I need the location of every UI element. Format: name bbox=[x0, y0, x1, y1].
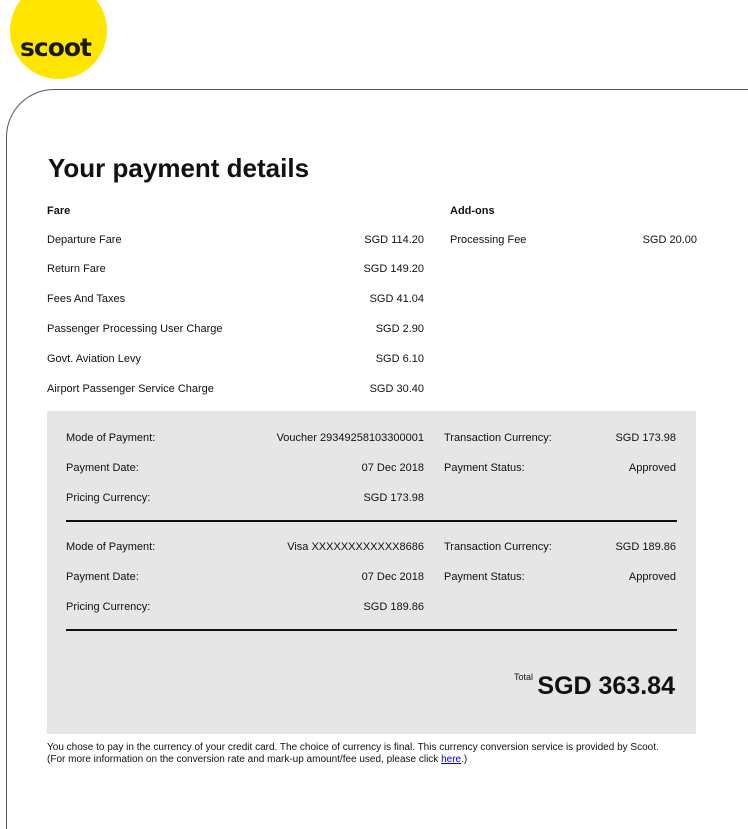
mode-value: Voucher 29349258103300001 bbox=[276, 432, 424, 444]
mode-value: Visa XXXXXXXXXXXX8686 bbox=[287, 541, 424, 553]
date-label: Payment Date: bbox=[66, 571, 139, 583]
currency-note: You chose to pay in the currency of your… bbox=[47, 742, 727, 766]
addons-heading: Add-ons bbox=[450, 205, 495, 217]
date-value: 07 Dec 2018 bbox=[361, 462, 424, 474]
note-line-2: (For more information on the conversion … bbox=[47, 754, 727, 766]
fare-heading: Fare bbox=[47, 205, 71, 217]
status-value: Approved bbox=[628, 571, 676, 583]
txn-currency-label: Transaction Currency: bbox=[444, 432, 552, 444]
fare-row: Passenger Processing User Charge SGD 2.9… bbox=[47, 323, 424, 335]
payment-summary-box: Mode of Payment: Voucher 293492581033000… bbox=[47, 411, 696, 734]
fare-label: Return Fare bbox=[47, 263, 106, 275]
fare-value: SGD 41.04 bbox=[369, 293, 424, 305]
logo-text: scoot bbox=[20, 33, 92, 62]
fare-label: Fees And Taxes bbox=[47, 293, 126, 305]
fare-row: Return Fare SGD 149.20 bbox=[47, 263, 424, 275]
status-value: Approved bbox=[628, 462, 676, 474]
fare-value: SGD 114.20 bbox=[364, 234, 424, 246]
note-text-end: .) bbox=[461, 754, 468, 765]
txn-currency-value: SGD 189.86 bbox=[615, 541, 676, 553]
txn-currency-value: SGD 173.98 bbox=[615, 432, 676, 444]
fare-label: Govt. Aviation Levy bbox=[47, 353, 141, 365]
here-link[interactable]: here bbox=[441, 754, 461, 765]
addon-value: SGD 20.00 bbox=[642, 234, 697, 246]
pricing-value: SGD 173.98 bbox=[363, 492, 424, 504]
total-label: Total bbox=[514, 672, 534, 682]
pricing-label: Pricing Currency: bbox=[66, 492, 151, 504]
addon-label: Processing Fee bbox=[450, 234, 527, 246]
status-label: Payment Status: bbox=[444, 462, 525, 474]
fare-label: Passenger Processing User Charge bbox=[47, 323, 223, 335]
mode-label: Mode of Payment: bbox=[66, 432, 156, 444]
fare-label: Departure Fare bbox=[47, 234, 122, 246]
divider bbox=[66, 629, 677, 631]
fare-row: Fees And Taxes SGD 41.04 bbox=[47, 293, 424, 305]
pricing-label: Pricing Currency: bbox=[66, 601, 151, 613]
fare-value: SGD 30.40 bbox=[369, 383, 424, 395]
page-title: Your payment details bbox=[48, 153, 310, 183]
fare-value: SGD 6.10 bbox=[375, 353, 424, 365]
txn-currency-label: Transaction Currency: bbox=[444, 541, 552, 553]
fare-row: Govt. Aviation Levy SGD 6.10 bbox=[47, 353, 424, 365]
date-label: Payment Date: bbox=[66, 462, 139, 474]
pricing-value: SGD 189.86 bbox=[363, 601, 424, 613]
total-value: SGD 363.84 bbox=[537, 672, 675, 700]
fare-row: Airport Passenger Service Charge SGD 30.… bbox=[47, 383, 424, 395]
divider bbox=[66, 520, 677, 522]
note-line: You chose to pay in the currency of your… bbox=[47, 742, 659, 753]
fare-value: SGD 2.90 bbox=[375, 323, 424, 335]
note-text: (For more information on the conversion … bbox=[47, 754, 442, 765]
addon-row: Processing Fee SGD 20.00 bbox=[450, 234, 697, 246]
fare-value: SGD 149.20 bbox=[363, 263, 424, 275]
status-label: Payment Status: bbox=[444, 571, 525, 583]
fare-label: Airport Passenger Service Charge bbox=[47, 383, 214, 395]
mode-label: Mode of Payment: bbox=[66, 541, 156, 553]
fare-row: Departure Fare SGD 114.20 bbox=[47, 234, 424, 246]
date-value: 07 Dec 2018 bbox=[361, 571, 424, 583]
